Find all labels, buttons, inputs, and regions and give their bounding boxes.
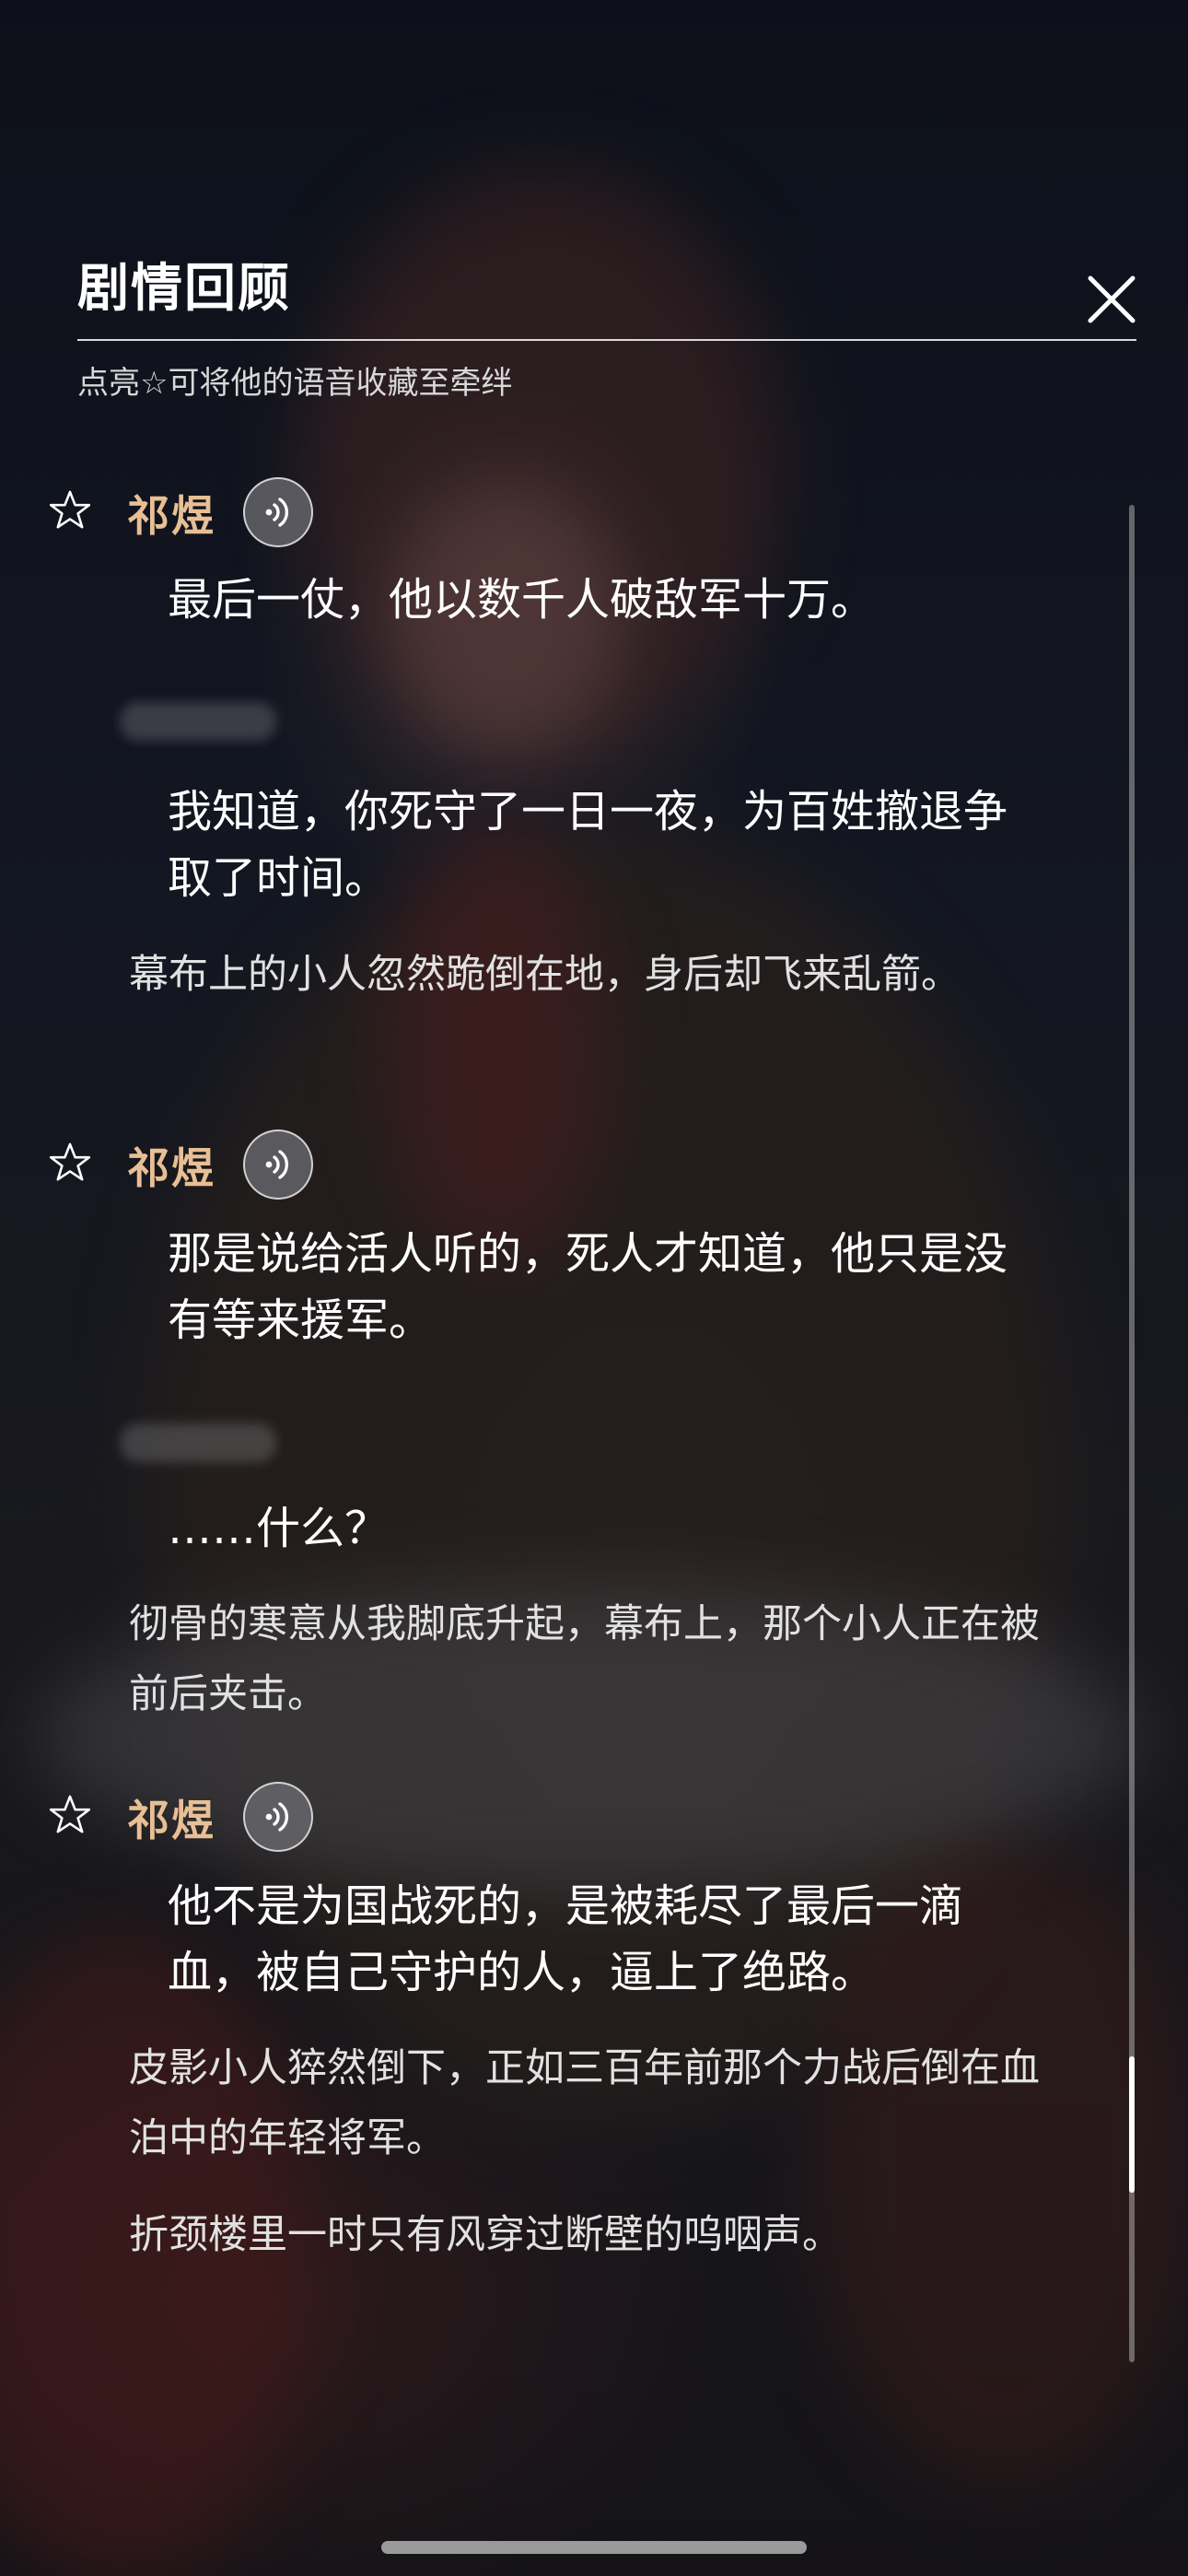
- speaker-name: 祁煜: [127, 1143, 215, 1193]
- header-divider: [77, 339, 1136, 341]
- narration-text: 皮影小人猝然倒下，正如三百年前那个力战后倒在血泊中的年轻将军。: [129, 2045, 1040, 2161]
- voice-play-icon: [265, 1802, 289, 1832]
- scrollbar-thumb[interactable]: [1129, 2056, 1135, 2193]
- close-icon: [1088, 275, 1136, 323]
- dialogue-line: 那是说给活人听的，死人才知道，他只是没有等来援军。: [168, 1228, 1008, 1346]
- voice-play-icon: [265, 1150, 289, 1179]
- page-title: 剧情回顾: [77, 259, 291, 319]
- speaker-name: 祁煜: [127, 491, 215, 541]
- dialogue-line: 最后一仗，他以数千人破敌军十万。: [168, 574, 876, 626]
- narration-text: 彻骨的寒意从我脚底升起，幕布上，那个小人正在被前后夹击。: [129, 1601, 1040, 1717]
- favorite-star-button[interactable]: [48, 1141, 92, 1185]
- voice-play-button[interactable]: [243, 1782, 313, 1852]
- dialogue-line: 我知道，你死守了一日一夜，为百姓撤退争取了时间。: [168, 786, 1008, 904]
- close-button[interactable]: [1079, 267, 1144, 332]
- voice-play-button[interactable]: [243, 477, 313, 547]
- narration-text: 折颈楼里一时只有风穿过断壁的呜咽声。: [129, 2212, 842, 2258]
- speaker-name: 祁煜: [127, 1796, 215, 1845]
- voice-play-icon: [265, 498, 289, 527]
- home-indicator[interactable]: [381, 2541, 807, 2554]
- dialogue-line: ……什么？: [168, 1503, 390, 1554]
- star-outline-icon: [49, 1795, 91, 1833]
- favorite-star-button[interactable]: [48, 488, 92, 533]
- narration-text: 幕布上的小人忽然跪倒在地，身后却飞来乱箭。: [129, 952, 961, 998]
- favorite-star-button[interactable]: [48, 1793, 92, 1837]
- star-outline-icon: [49, 1142, 91, 1181]
- voice-play-button[interactable]: [243, 1130, 313, 1200]
- dialogue-line: 他不是为国战死的，是被耗尽了最后一滴血，被自己守护的人，逼上了绝路。: [168, 1880, 964, 1998]
- speaker-name-redacted: [120, 702, 276, 741]
- favorite-hint: 点亮☆可将他的语音收藏至牵绊: [77, 365, 513, 402]
- star-outline-icon: [49, 490, 91, 529]
- speaker-name-redacted: [120, 1423, 276, 1462]
